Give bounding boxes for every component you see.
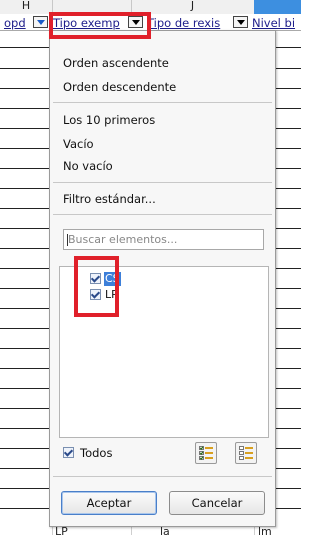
deselect-all-button[interactable]	[235, 442, 257, 464]
highlight-box-header	[49, 12, 151, 39]
header-cell-nivel[interactable]: Nivel bi	[252, 16, 301, 30]
column-letter-h[interactable]: H	[0, 0, 53, 14]
cancel-button[interactable]: Cancelar	[169, 491, 265, 515]
menu-separator	[53, 182, 272, 183]
search-input[interactable]: Buscar elementos...	[63, 229, 264, 250]
sort-descending-item[interactable]: Orden descendente	[63, 80, 176, 94]
top-10-item[interactable]: Los 10 primeros	[63, 113, 155, 127]
menu-separator	[53, 476, 272, 477]
dropdown-arrow-icon[interactable]	[233, 16, 248, 28]
header-cell-opd[interactable]: opd	[4, 16, 31, 30]
menu-separator	[53, 214, 272, 215]
not-empty-item[interactable]: No vacío	[63, 159, 113, 173]
select-all-button[interactable]	[195, 442, 217, 464]
empty-item[interactable]: Vacío	[63, 137, 94, 151]
checkbox-all[interactable]	[63, 447, 74, 458]
highlight-box-values	[74, 256, 119, 317]
header-cell-tipo-rexis[interactable]: Tipo de rexis	[147, 16, 230, 30]
all-label: Todos	[80, 446, 113, 460]
column-k-selected[interactable]	[254, 0, 301, 14]
sort-ascending-item[interactable]: Orden ascendente	[63, 56, 169, 70]
ok-button[interactable]: Aceptar	[61, 491, 157, 515]
standard-filter-item[interactable]: Filtro estándar...	[63, 192, 156, 206]
menu-separator	[53, 102, 272, 103]
dropdown-arrow-icon[interactable]	[33, 16, 48, 28]
